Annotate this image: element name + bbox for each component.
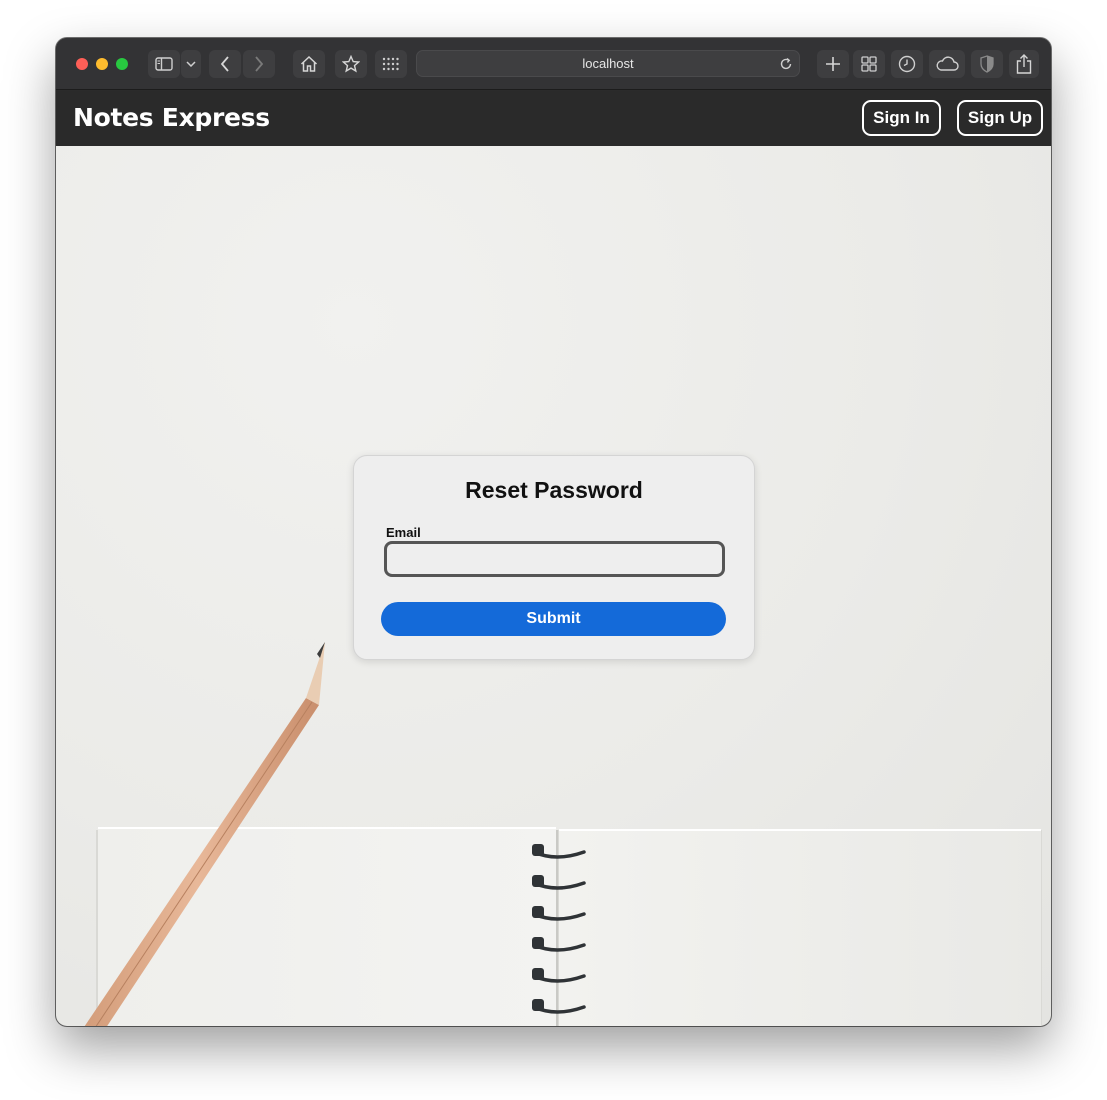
email-input[interactable] [384, 541, 725, 577]
share-button[interactable] [1009, 50, 1039, 78]
browser-window: localhost Notes Express Sign In Sign Up … [56, 38, 1051, 1026]
grid-dots-icon [382, 57, 399, 71]
url-text: localhost [582, 56, 634, 71]
address-bar[interactable]: localhost [416, 50, 800, 77]
chevron-left-icon [220, 56, 229, 72]
browser-toolbar: localhost [56, 38, 1051, 90]
history-button[interactable] [891, 50, 923, 78]
reset-password-title: Reset Password [465, 477, 643, 503]
cloud-icon [936, 56, 959, 71]
home-icon [300, 55, 318, 72]
home-button[interactable] [293, 50, 325, 78]
tab-overview-button[interactable] [853, 50, 885, 78]
sidebar-menu-button[interactable] [181, 50, 201, 78]
reload-icon[interactable] [779, 57, 793, 71]
email-label: Email [386, 525, 421, 540]
sidebar-toggle-button[interactable] [148, 50, 180, 78]
icloud-button[interactable] [929, 50, 965, 78]
close-window-button[interactable] [76, 58, 88, 70]
back-button[interactable] [209, 50, 241, 78]
new-tab-button[interactable] [817, 50, 849, 78]
plus-icon [826, 57, 840, 71]
sidebar-icon [155, 57, 173, 71]
shield-icon [980, 55, 994, 73]
bookmark-button[interactable] [335, 50, 367, 78]
chevron-down-icon [186, 61, 196, 67]
star-icon [342, 55, 360, 73]
minimize-window-button[interactable] [96, 58, 108, 70]
forward-button[interactable] [243, 50, 275, 78]
submit-button[interactable]: Submit [381, 602, 726, 636]
apps-grid-button[interactable] [375, 50, 407, 78]
clock-icon [898, 55, 916, 73]
site-header: Notes Express Sign In Sign Up [56, 91, 1051, 146]
tab-overview-icon [861, 56, 877, 72]
privacy-shield-button[interactable] [971, 50, 1003, 78]
page-background: Reset Password Email Submit [56, 146, 1051, 1026]
chevron-right-icon [255, 56, 264, 72]
sign-in-button[interactable]: Sign In [862, 100, 941, 136]
maximize-window-button[interactable] [116, 58, 128, 70]
brand-logo-text[interactable]: Notes Express [73, 103, 270, 132]
share-icon [1016, 54, 1032, 74]
reset-password-card: Reset Password Email Submit [353, 455, 755, 660]
sign-up-button[interactable]: Sign Up [957, 100, 1043, 136]
